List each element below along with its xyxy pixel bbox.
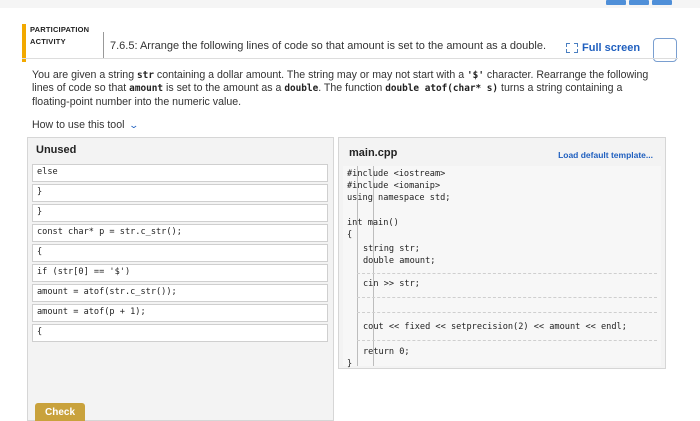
code-block[interactable]: if (str[0] == '$') — [32, 264, 328, 282]
drop-slot[interactable] — [357, 312, 657, 313]
code-block[interactable]: } — [32, 184, 328, 202]
code-line: string str; — [363, 244, 420, 254]
unused-panel: Unused else } } const char* p = str.c_st… — [27, 137, 334, 421]
load-default-template-link[interactable]: Load default template... — [558, 150, 653, 160]
header-divider — [103, 32, 104, 58]
fullscreen-icon — [566, 43, 578, 53]
fullscreen-label: Full screen — [582, 42, 641, 54]
activity-type-label: PARTICIPATION ACTIVITY — [30, 24, 96, 62]
code-block[interactable]: const char* p = str.c_str(); — [32, 224, 328, 242]
chevron-down-icon: ⌄ — [128, 119, 140, 130]
progress-segment — [652, 0, 672, 5]
unused-title: Unused — [36, 144, 77, 156]
code-line: cin >> str; — [363, 279, 420, 289]
unused-blocks: else } } const char* p = str.c_str(); { … — [32, 164, 328, 344]
instructions-text: You are given a string str containing a … — [32, 69, 649, 108]
code-str: str — [137, 70, 154, 81]
activity-label-line1: PARTICIPATION — [30, 25, 90, 34]
code-atof: double atof(char* s) — [385, 83, 499, 95]
code-block[interactable]: amount = atof(str.c_str()); — [32, 284, 328, 302]
code-line: { — [347, 230, 353, 240]
check-button[interactable]: Check — [35, 403, 85, 421]
progress-segment — [629, 0, 649, 5]
code-block[interactable]: { — [32, 324, 328, 342]
activity-header: PARTICIPATION ACTIVITY 7.6.5: Arrange th… — [0, 10, 700, 62]
drop-slot[interactable] — [357, 273, 657, 274]
activity-title: 7.6.5: Arrange the following lines of co… — [110, 40, 546, 52]
activity-label-line2: ACTIVITY — [30, 37, 66, 46]
code-double: double — [284, 83, 319, 95]
code-block[interactable]: amount = atof(p + 1); — [32, 304, 328, 322]
file-name: main.cpp — [349, 147, 398, 159]
code-block[interactable]: } — [32, 204, 328, 222]
code-line: cout << fixed << setprecision(2) << amou… — [363, 322, 627, 332]
code-line: double amount; — [363, 256, 436, 266]
header-separator — [22, 58, 678, 59]
drop-slot[interactable] — [357, 297, 657, 298]
how-to-use-label: How to use this tool — [32, 119, 125, 131]
code-amount: amount — [129, 83, 164, 95]
how-to-use-toggle[interactable]: How to use this tool ⌄ — [32, 119, 140, 131]
code-dollar: '$' — [467, 70, 484, 81]
code-block[interactable]: else — [32, 164, 328, 182]
code-line: } — [347, 359, 353, 369]
code-line: #include <iomanip> — [347, 181, 441, 191]
code-line: int main() — [347, 218, 399, 228]
activity-accent-bar — [22, 24, 26, 62]
drop-slot[interactable] — [357, 340, 657, 341]
progress-segment — [606, 0, 626, 5]
top-bar — [0, 0, 700, 8]
code-block[interactable]: { — [32, 244, 328, 262]
code-drop-area[interactable]: #include <iostream> #include <iomanip> u… — [343, 166, 661, 369]
code-line: return 0; — [363, 347, 410, 357]
main-cpp-panel: main.cpp Load default template... #inclu… — [338, 137, 666, 369]
code-line: #include <iostream> — [347, 169, 446, 179]
fullscreen-button[interactable]: Full screen — [566, 42, 640, 54]
code-line: using namespace std; — [347, 193, 451, 203]
progress-indicator — [606, 0, 672, 5]
